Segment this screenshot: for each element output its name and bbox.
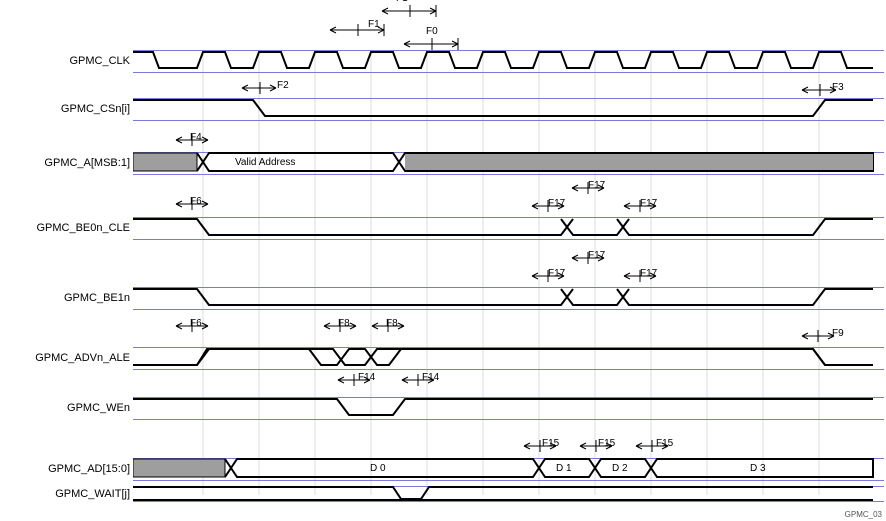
txt-valid-address: Valid Address	[235, 157, 295, 168]
row-be0: GPMC_BE0n_CLE	[0, 215, 886, 241]
arr-f8	[320, 320, 360, 335]
label-csn: GPMC_CSn[i]	[0, 103, 130, 115]
arr-f6b	[172, 320, 212, 335]
wave-clk	[133, 48, 886, 74]
arr-f3	[800, 84, 840, 99]
label-be1: GPMC_BE1n	[0, 292, 130, 304]
vertical-guides	[133, 0, 886, 505]
wave-ad	[133, 456, 886, 482]
row-ad: GPMC_AD[15:0] D 0 D 1 D 2 D 3	[0, 456, 886, 482]
arr-f17a2	[568, 182, 608, 197]
arr-f17a1	[528, 200, 568, 215]
row-wait: GPMC_WAIT[j]	[0, 485, 886, 503]
arr-f6	[172, 198, 212, 213]
row-wen: GPMC_WEn	[0, 395, 886, 421]
row-csn: GPMC_CSn[i]	[0, 96, 886, 122]
arr-f4	[172, 134, 212, 149]
arr-f9	[798, 330, 838, 345]
annot-f0	[402, 38, 472, 53]
label-advn: GPMC_ADVn_ALE	[0, 352, 130, 364]
label-wen: GPMC_WEn	[0, 402, 130, 414]
arr-f14b	[398, 374, 438, 389]
txt-d0: D 0	[370, 463, 386, 474]
arr-f15c	[632, 440, 672, 455]
txt-d1: D 1	[556, 463, 572, 474]
row-be1: GPMC_BE1n	[0, 285, 886, 311]
wave-be1	[133, 285, 886, 311]
txt-f0: F0	[426, 26, 438, 37]
label-be0: GPMC_BE0n_CLE	[0, 222, 130, 234]
arr-f17b1	[528, 270, 568, 285]
arr-f15b	[576, 440, 616, 455]
wave-wen	[133, 395, 886, 421]
txt-f1b: F1	[368, 19, 380, 30]
row-a: GPMC_A[MSB:1] Valid Address	[0, 150, 886, 176]
txt-f1: F1	[396, 0, 408, 4]
arr-f15	[520, 440, 560, 455]
annot-f1b	[328, 24, 398, 39]
label-a: GPMC_A[MSB:1]	[0, 157, 130, 169]
wave-be0	[133, 215, 886, 241]
label-ad: GPMC_AD[15:0]	[0, 463, 130, 475]
arr-f14	[334, 374, 374, 389]
arr-f2	[240, 82, 280, 97]
wave-csn	[133, 96, 886, 122]
wave-wait	[133, 485, 886, 503]
row-advn: GPMC_ADVn_ALE	[0, 345, 886, 371]
arr-f17a3	[620, 200, 660, 215]
annot-f1	[380, 5, 450, 20]
arr-f17b2	[568, 252, 608, 267]
timing-diagram: GPMC_CLK F1 F1 F0 GPMC_CSn[i] F2 F3 GPMC…	[0, 0, 886, 521]
wave-advn2	[133, 345, 886, 371]
label-wait: GPMC_WAIT[j]	[0, 488, 130, 500]
txt-d2: D 2	[612, 463, 628, 474]
footnote: GPMC_03	[845, 510, 882, 519]
label-clk: GPMC_CLK	[0, 55, 130, 67]
arr-f8b	[368, 320, 408, 335]
arr-f17b3	[620, 270, 660, 285]
txt-d3: D 3	[750, 463, 766, 474]
